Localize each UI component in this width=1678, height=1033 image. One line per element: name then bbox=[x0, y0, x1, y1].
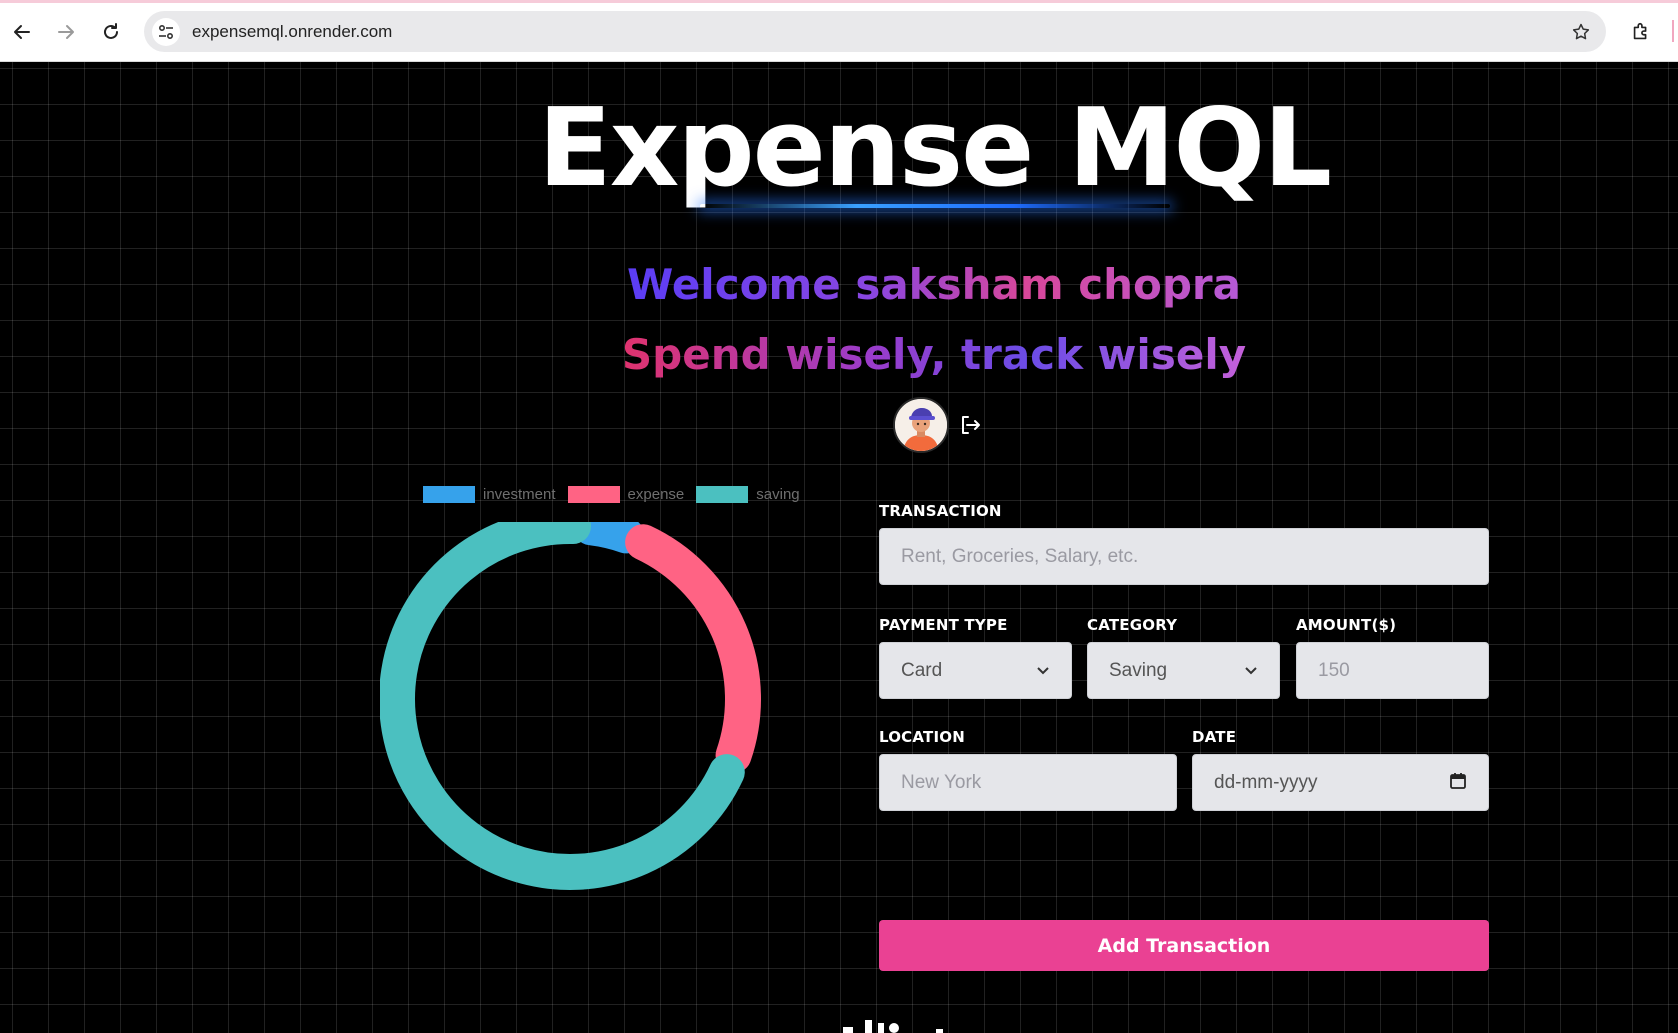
url-text[interactable]: expensemql.onrender.com bbox=[192, 22, 392, 42]
cropped-content-fragment bbox=[843, 1020, 943, 1033]
date-input[interactable]: dd-mm-yyyy bbox=[1192, 754, 1489, 811]
legend-item-investment[interactable]: investment bbox=[423, 485, 556, 503]
add-transaction-button[interactable]: Add Transaction bbox=[879, 920, 1489, 971]
arrow-left-icon bbox=[14, 25, 30, 39]
chevron-down-icon bbox=[1036, 663, 1050, 679]
avatar-illustration bbox=[895, 399, 947, 451]
puzzle-icon bbox=[1633, 22, 1647, 40]
doughnut-svg bbox=[380, 522, 761, 890]
doughnut-segment-investment[interactable] bbox=[573, 522, 645, 554]
category-label: CATEGORY bbox=[1087, 616, 1178, 634]
chart-legend: investment expense saving bbox=[423, 482, 800, 506]
legend-label-expense: expense bbox=[627, 485, 685, 503]
logout-icon bbox=[962, 416, 980, 434]
welcome-message: Welcome saksham chopra bbox=[0, 260, 1678, 309]
tagline-text: Spend wisely, track wisely bbox=[621, 330, 1247, 379]
tab-strip-edge bbox=[0, 0, 1678, 3]
site-settings-icon[interactable] bbox=[152, 17, 180, 46]
legend-item-saving[interactable]: saving bbox=[696, 485, 800, 503]
legend-swatch-investment bbox=[423, 485, 475, 503]
chevron-down-icon bbox=[1244, 663, 1258, 679]
category-doughnut-chart: investment expense saving bbox=[380, 482, 820, 1002]
transaction-placeholder: Rent, Groceries, Salary, etc. bbox=[901, 545, 1139, 567]
title-underline-glow bbox=[700, 204, 1170, 208]
back-button[interactable] bbox=[7, 17, 37, 47]
window-edge bbox=[1672, 20, 1674, 42]
payment-type-label: PAYMENT TYPE bbox=[879, 616, 1008, 634]
tune-icon bbox=[158, 24, 174, 39]
star-icon bbox=[1572, 23, 1590, 40]
payment-type-value: Card bbox=[901, 659, 943, 681]
location-placeholder: New York bbox=[901, 771, 982, 793]
browser-chrome: expensemql.onrender.com bbox=[0, 0, 1678, 62]
legend-label-saving: saving bbox=[756, 485, 800, 503]
transaction-input[interactable]: Rent, Groceries, Salary, etc. bbox=[879, 528, 1489, 585]
arrow-right-icon bbox=[58, 25, 74, 39]
legend-swatch-saving bbox=[696, 485, 749, 503]
legend-swatch-expense bbox=[567, 485, 620, 503]
legend-label-investment: investment bbox=[483, 485, 556, 503]
bookmark-star-icon[interactable] bbox=[1568, 19, 1594, 45]
calendar-icon[interactable] bbox=[1449, 772, 1467, 793]
welcome-text: Welcome saksham chopra bbox=[626, 260, 1241, 309]
location-input[interactable]: New York bbox=[879, 754, 1177, 811]
category-select[interactable]: Saving bbox=[1087, 642, 1280, 699]
logout-button[interactable] bbox=[956, 411, 984, 439]
page-content: Expense MQL Welcome saksham chopra Spend… bbox=[0, 62, 1678, 1033]
user-avatar[interactable] bbox=[893, 397, 949, 453]
payment-type-select[interactable]: Card bbox=[879, 642, 1072, 699]
tagline: Spend wisely, track wisely bbox=[0, 330, 1678, 379]
reload-icon bbox=[104, 23, 118, 39]
date-placeholder: dd-mm-yyyy bbox=[1214, 771, 1318, 793]
amount-label: AMOUNT($) bbox=[1296, 616, 1397, 634]
app-title: Expense MQL bbox=[537, 86, 1332, 211]
category-value: Saving bbox=[1109, 659, 1168, 681]
reload-button[interactable] bbox=[96, 17, 126, 47]
extensions-button[interactable] bbox=[1626, 17, 1656, 47]
amount-input[interactable]: 150 bbox=[1296, 642, 1489, 699]
location-label: LOCATION bbox=[879, 728, 965, 746]
doughnut-segment-expense[interactable] bbox=[625, 524, 761, 774]
address-bar[interactable]: expensemql.onrender.com bbox=[144, 11, 1606, 52]
legend-item-expense[interactable]: expense bbox=[567, 485, 685, 503]
amount-placeholder: 150 bbox=[1318, 659, 1350, 681]
date-label: DATE bbox=[1192, 728, 1237, 746]
transaction-label: TRANSACTION bbox=[879, 502, 1002, 520]
forward-button[interactable] bbox=[51, 17, 81, 47]
